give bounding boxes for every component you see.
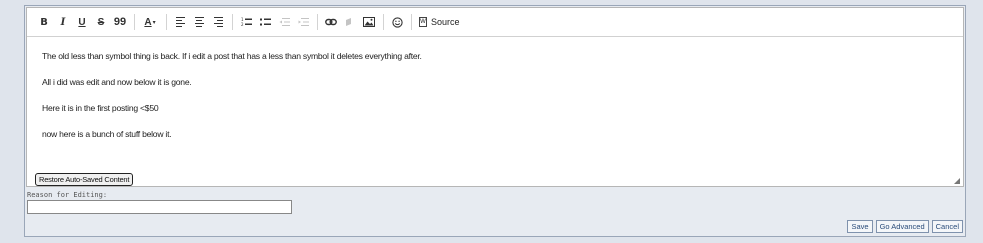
smiley-icon[interactable] [389, 13, 405, 31]
action-buttons: Save Go Advanced Cancel [847, 220, 963, 233]
content-paragraph: Here it is in the first posting <$50 [42, 103, 159, 113]
unlink-icon[interactable] [342, 13, 358, 31]
content-paragraph: All i did was edit and now below it is g… [42, 77, 192, 87]
source-button[interactable]: W Source [419, 17, 460, 27]
go-advanced-button[interactable]: Go Advanced [875, 220, 929, 233]
chevron-down-icon: ▾ [152, 19, 156, 26]
svg-text:2: 2 [241, 22, 244, 27]
save-button[interactable]: Save [847, 220, 873, 233]
toolbar-divider [383, 14, 384, 30]
underline-icon[interactable]: U [74, 13, 90, 31]
rich-text-editor: B I U S 99 A ▾ 12 W Source The old less … [26, 7, 964, 187]
toolbar-divider [232, 14, 233, 30]
outdent-icon[interactable] [276, 13, 292, 31]
italic-icon[interactable]: I [55, 13, 71, 31]
toolbar-divider [317, 14, 318, 30]
content-paragraph: now here is a bunch of stuff below it. [42, 129, 172, 139]
text-color-letter: A [144, 16, 152, 28]
align-center-icon[interactable] [191, 13, 207, 31]
link-icon[interactable] [323, 13, 339, 31]
restore-autosaved-button[interactable]: Restore Auto-Saved Content [35, 173, 134, 186]
align-left-icon[interactable] [172, 13, 188, 31]
editor-content[interactable]: The old less than symbol thing is back. … [42, 50, 942, 154]
text-color-icon[interactable]: A ▾ [140, 13, 160, 31]
image-icon[interactable] [361, 13, 377, 31]
resize-handle-icon[interactable] [954, 178, 960, 184]
align-right-icon[interactable] [210, 13, 226, 31]
ordered-list-icon[interactable]: 12 [238, 13, 254, 31]
content-paragraph: The old less than symbol thing is back. … [42, 51, 422, 61]
quote-icon[interactable]: 99 [112, 13, 128, 31]
cancel-button[interactable]: Cancel [931, 220, 963, 233]
reason-input[interactable] [27, 200, 292, 214]
indent-icon[interactable] [295, 13, 311, 31]
reason-label: Reason for Editing: [27, 191, 108, 199]
editor-toolbar: B I U S 99 A ▾ 12 W Source [27, 8, 963, 37]
toolbar-divider [134, 14, 135, 30]
source-icon: W [419, 17, 427, 27]
toolbar-divider [166, 14, 167, 30]
source-label: Source [431, 17, 460, 27]
bold-icon[interactable]: B [36, 13, 52, 31]
toolbar-divider [411, 14, 412, 30]
unordered-list-icon[interactable] [257, 13, 273, 31]
quick-reply-panel: B I U S 99 A ▾ 12 W Source The old less … [24, 5, 966, 237]
strikethrough-icon[interactable]: S [93, 13, 109, 31]
